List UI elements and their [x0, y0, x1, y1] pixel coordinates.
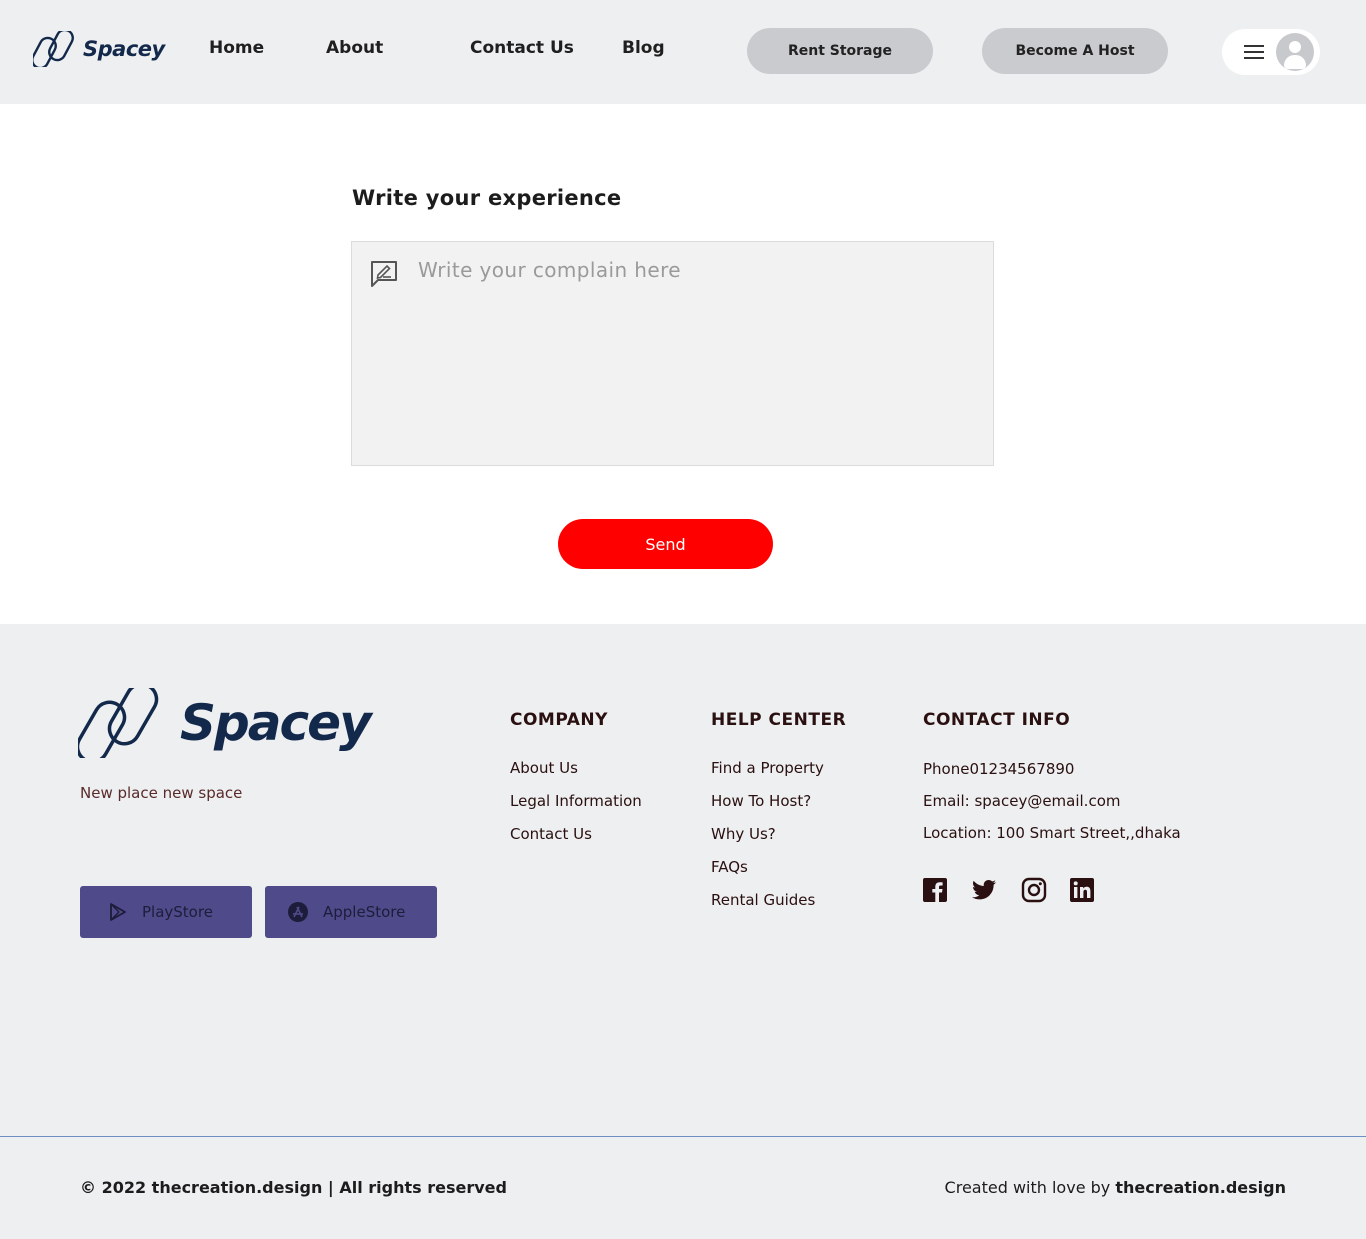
brand-name: Spacey [83, 37, 165, 61]
footer-tagline: New place new space [80, 784, 243, 802]
footer-link-contact-us[interactable]: Contact Us [510, 825, 592, 843]
contact-info-heading: CONTACT INFO [923, 710, 1071, 730]
footer-brand-logo[interactable]: Spacey [78, 688, 372, 758]
become-host-button[interactable]: Become A Host [982, 28, 1168, 74]
playstore-button[interactable]: PlayStore [80, 886, 252, 938]
edit-message-icon [371, 261, 397, 287]
site-header: Spacey Home About Contact Us Blog Rent S… [0, 0, 1366, 104]
footer-link-why-us[interactable]: Why Us? [711, 825, 776, 843]
footer-brand-name: Spacey [180, 694, 372, 752]
hamburger-menu-icon [1244, 45, 1264, 59]
app-store-icon [288, 902, 308, 922]
applestore-button[interactable]: AppleStore [265, 886, 437, 938]
contact-email: Email: spacey@email.com [923, 792, 1121, 810]
rent-storage-button[interactable]: Rent Storage [747, 28, 933, 74]
footer-link-about-us[interactable]: About Us [510, 759, 578, 777]
applestore-label: AppleStore [323, 903, 406, 921]
avatar [1276, 33, 1314, 71]
footer-link-rental-guides[interactable]: Rental Guides [711, 891, 815, 909]
nav-home[interactable]: Home [209, 38, 264, 58]
footer-link-find-property[interactable]: Find a Property [711, 759, 824, 777]
company-heading: COMPANY [510, 710, 608, 730]
footer-link-faqs[interactable]: FAQs [711, 858, 748, 876]
linkedin-icon[interactable] [1069, 877, 1095, 903]
user-menu-button[interactable] [1222, 29, 1320, 75]
complaint-input[interactable] [418, 258, 978, 448]
nav-about[interactable]: About [326, 38, 383, 58]
page-title: Write your experience [352, 186, 622, 210]
help-center-heading: HELP CENTER [711, 710, 847, 730]
footer-link-how-to-host[interactable]: How To Host? [711, 792, 811, 810]
nav-contact-us[interactable]: Contact Us [470, 38, 574, 58]
complaint-box [351, 241, 994, 466]
credit-text: Created with love by thecreation.design [945, 1178, 1286, 1197]
credit-brand-link[interactable]: thecreation.design [1115, 1178, 1286, 1197]
footer-logo-mark-icon [78, 688, 159, 758]
footer-divider [0, 1136, 1366, 1137]
instagram-icon[interactable] [1021, 877, 1047, 903]
twitter-icon[interactable] [971, 877, 997, 903]
send-button[interactable]: Send [558, 519, 773, 569]
playstore-label: PlayStore [142, 903, 213, 921]
brand-logo[interactable]: Spacey [33, 31, 165, 67]
nav-blog[interactable]: Blog [622, 38, 665, 58]
site-footer: Spacey New place new space PlayStore App… [0, 624, 1366, 1239]
copyright-text: © 2022 thecreation.design | All rights r… [80, 1178, 507, 1197]
credit-prefix: Created with love by [944, 1178, 1116, 1197]
logo-mark-icon [33, 31, 74, 67]
footer-link-legal-information[interactable]: Legal Information [510, 792, 642, 810]
contact-phone: Phone01234567890 [923, 760, 1075, 778]
facebook-icon[interactable] [922, 877, 948, 903]
contact-location: Location: 100 Smart Street,,dhaka [923, 824, 1181, 842]
play-store-icon [110, 903, 126, 921]
